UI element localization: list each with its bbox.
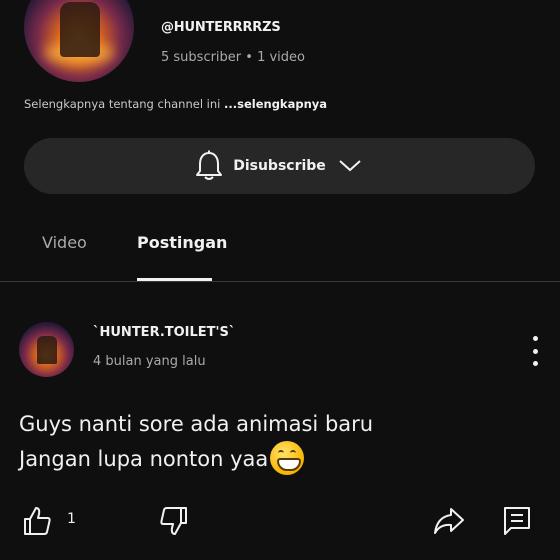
comment-icon[interactable] [502,505,532,537]
tabs-divider [0,281,560,282]
share-icon[interactable] [432,505,466,537]
channel-stats: 5 subscriber • 1 video [161,50,305,65]
subscribe-label: Disubscribe [233,158,326,174]
post-text-line-2-text: Jangan lupa nonton yaa [19,447,269,471]
post-author-name[interactable]: `HUNTER.TOILET'S` [93,325,235,340]
channel-handle: @HUNTERRRRZS [161,20,281,35]
post-text-line-2: Jangan lupa nonton yaa [19,441,373,476]
like-count: 1 [67,511,76,527]
more-vert-icon[interactable] [527,336,543,366]
bell-icon [196,150,223,180]
thumb-up-icon[interactable] [21,505,53,537]
channel-avatar[interactable] [24,0,134,82]
post-text: Guys nanti sore ada animasi baru Jangan … [19,408,373,476]
post-text-line: Guys nanti sore ada animasi baru [19,412,374,436]
tab-video[interactable]: Video [42,233,87,252]
thumb-down-icon[interactable] [158,505,190,537]
grinning-face-emoji [270,441,305,475]
about-more-link[interactable]: ...selengkapnya [224,97,327,111]
post-timestamp: 4 bulan yang lalu [93,354,206,369]
tab-postingan[interactable]: Postingan [137,233,227,252]
channel-about[interactable]: Selengkapnya tentang channel ini ...sele… [24,97,327,111]
subscribe-button[interactable]: Disubscribe [24,138,535,194]
chevron-down-icon [339,160,361,172]
about-text: Selengkapnya tentang channel ini [24,97,225,111]
post-author-avatar[interactable] [19,322,74,377]
